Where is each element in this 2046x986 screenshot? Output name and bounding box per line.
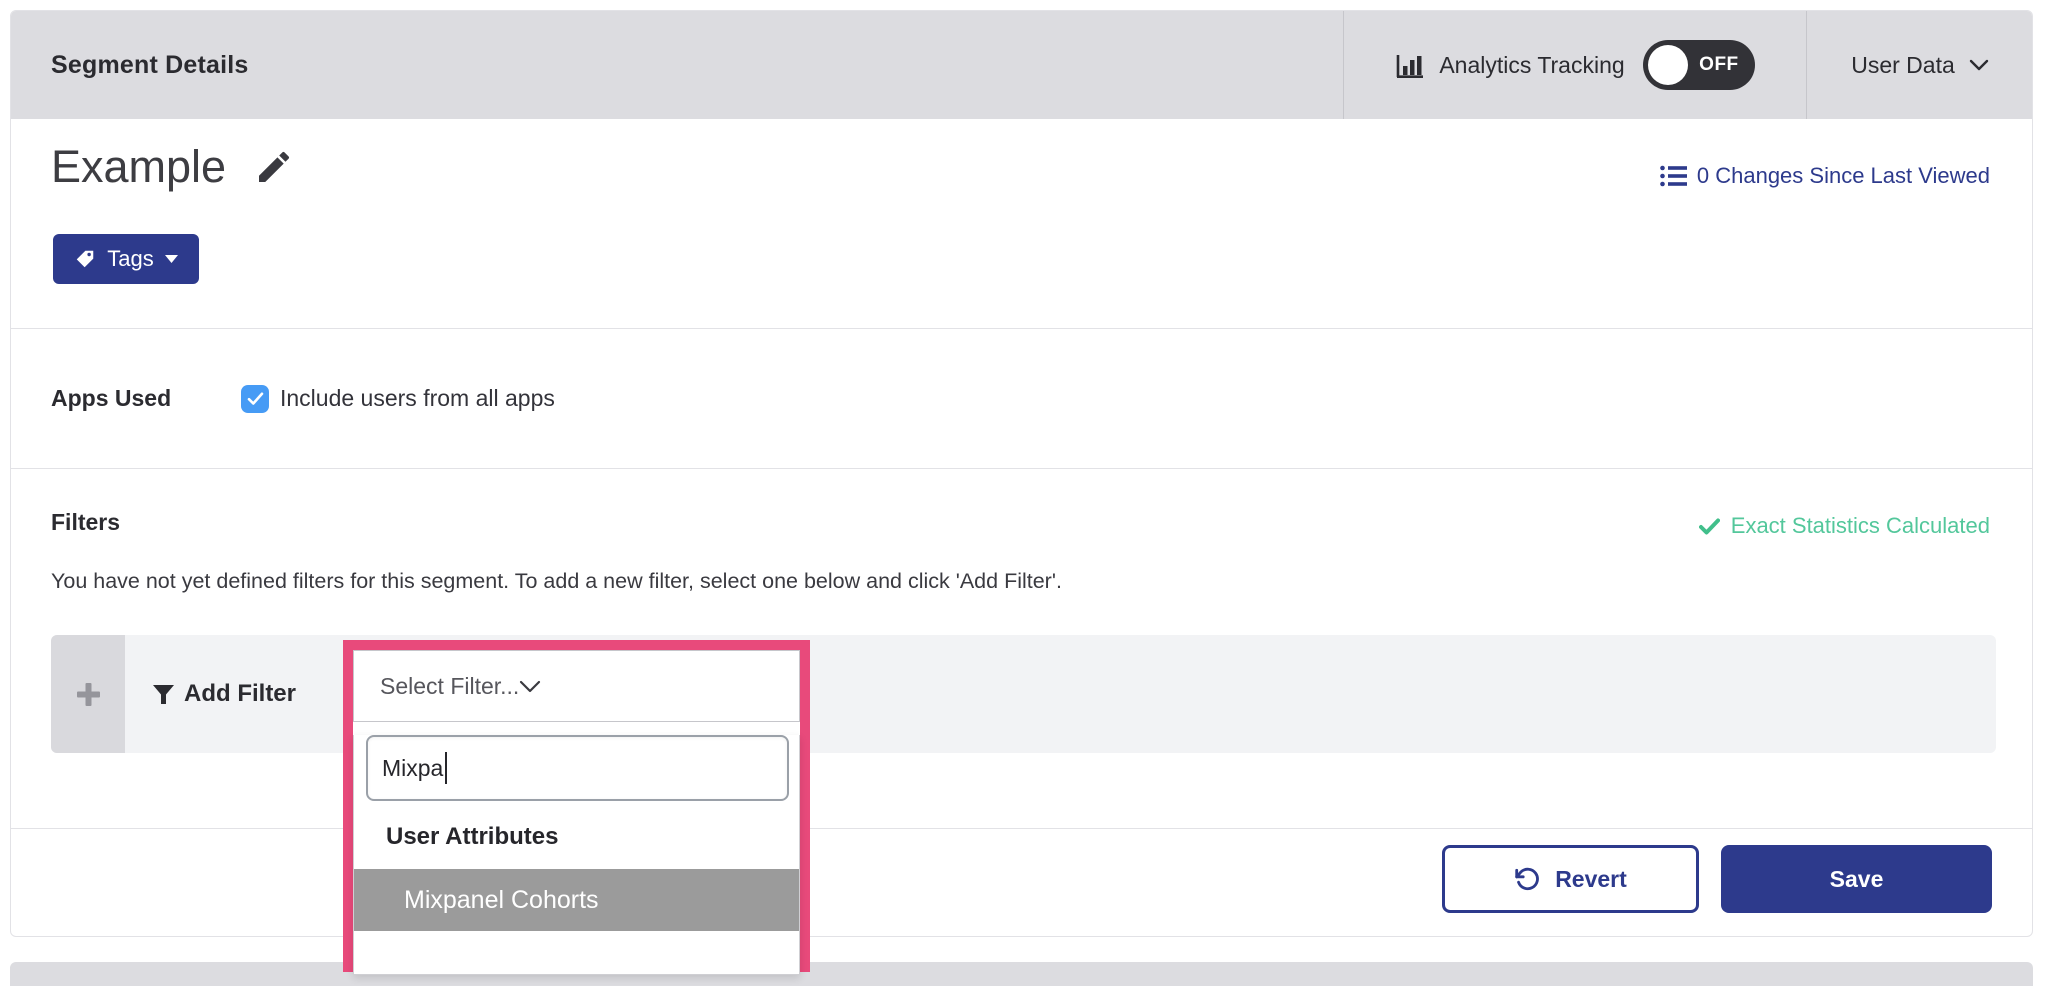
exact-statistics-status: Exact Statistics Calculated: [1699, 513, 1990, 539]
filter-select-value: Select Filter...: [380, 673, 519, 700]
revert-icon: [1514, 866, 1540, 892]
page-title: Segment Details: [51, 11, 249, 119]
filters-heading: Filters: [51, 509, 120, 536]
dropdown-group-header: User Attributes: [386, 823, 799, 851]
filters-section: Filters Exact Statistics Calculated You …: [11, 468, 2032, 828]
footer-actions: Revert Save: [11, 828, 2032, 938]
save-button[interactable]: Save: [1721, 845, 1992, 913]
text-cursor: [445, 752, 447, 784]
add-filter-label: Add Filter: [153, 680, 296, 708]
filters-description: You have not yet defined filters for thi…: [51, 569, 1062, 594]
edit-pencil-icon[interactable]: [254, 147, 294, 187]
list-icon: [1660, 165, 1687, 187]
segment-details-card: Segment Details Analytics Tracking OFF: [10, 10, 2033, 937]
tags-button-label: Tags: [107, 246, 153, 272]
segment-title: Example: [51, 141, 294, 193]
filter-search-value: Mixpa: [382, 755, 443, 782]
changes-since-last-viewed-link[interactable]: 0 Changes Since Last Viewed: [1660, 163, 1990, 189]
toggle-state-label: OFF: [1699, 54, 1739, 76]
card-header: Segment Details Analytics Tracking OFF: [11, 11, 2032, 119]
apps-used-section: Apps Used Include users from all apps: [11, 328, 2032, 468]
add-filter-plus-button[interactable]: [51, 635, 125, 753]
bar-chart-icon: [1395, 50, 1425, 80]
include-all-apps-label: Include users from all apps: [280, 385, 555, 412]
apps-used-label: Apps Used: [51, 385, 241, 412]
user-data-label: User Data: [1851, 52, 1955, 79]
dropdown-option-mixpanel-cohorts[interactable]: Mixpanel Cohorts: [354, 869, 799, 931]
tags-button[interactable]: Tags: [53, 234, 199, 284]
chevron-down-icon: [519, 680, 541, 693]
next-panel-top-strip: [10, 962, 2033, 986]
revert-button[interactable]: Revert: [1442, 845, 1699, 913]
tag-icon: [74, 248, 96, 270]
user-data-menu[interactable]: User Data: [1806, 11, 2033, 119]
toggle-knob: [1648, 45, 1688, 85]
revert-button-label: Revert: [1555, 866, 1627, 893]
checkmark-icon: [1699, 518, 1720, 535]
save-button-label: Save: [1830, 866, 1884, 893]
caret-down-icon: [165, 255, 178, 264]
annotation-highlight-box: Select Filter... Mixpa User Attributes M…: [343, 640, 810, 972]
filter-dropdown-panel: Mixpa User Attributes Mixpanel Cohorts: [353, 735, 800, 975]
chevron-down-icon: [1969, 59, 1989, 71]
segment-name: Example: [51, 141, 226, 193]
analytics-tracking-toggle[interactable]: OFF: [1643, 40, 1755, 90]
changes-link-label: 0 Changes Since Last Viewed: [1697, 163, 1990, 189]
exact-statistics-label: Exact Statistics Calculated: [1731, 513, 1990, 539]
funnel-icon: [153, 685, 174, 704]
analytics-tracking-group: Analytics Tracking OFF: [1343, 11, 1806, 119]
filter-select[interactable]: Select Filter...: [353, 650, 800, 722]
segment-details-page: Segment Details Analytics Tracking OFF: [0, 0, 2046, 986]
filter-search-input[interactable]: Mixpa: [366, 735, 789, 801]
plus-icon: [77, 683, 100, 706]
segment-name-section: Example Tags: [11, 119, 2032, 328]
add-filter-text: Add Filter: [184, 680, 296, 708]
include-all-apps-checkbox[interactable]: [241, 385, 269, 413]
analytics-tracking-label: Analytics Tracking: [1439, 52, 1624, 79]
